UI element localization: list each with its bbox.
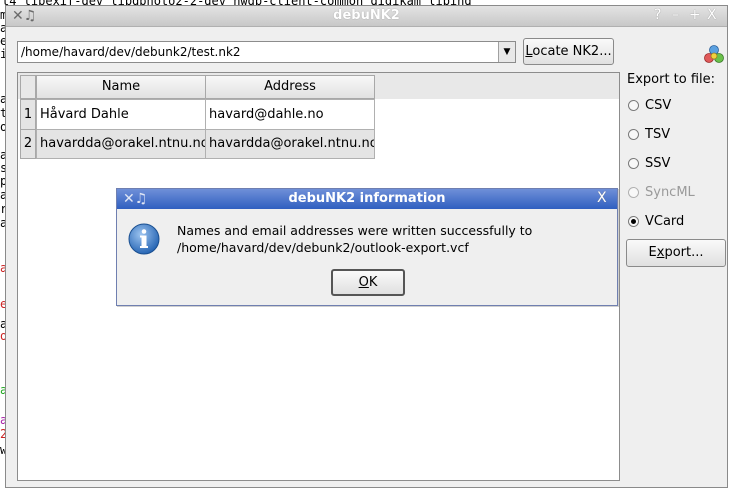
app-icon — [704, 45, 724, 63]
close-icon[interactable]: X — [707, 7, 717, 23]
titlebar[interactable]: ✕♫ debuNK2 ? – + X — [6, 6, 727, 27]
ok-button-label: K — [368, 275, 378, 290]
radio-syncml-label: SyncML — [645, 185, 695, 200]
ok-button-mnemonic: O — [358, 275, 369, 290]
dropdown-arrow-icon[interactable]: ▼ — [498, 42, 515, 62]
export-button[interactable]: Export... — [626, 239, 726, 267]
radio-ssv-indicator[interactable] — [628, 158, 639, 169]
radio-vcard-label: VCard — [645, 214, 685, 229]
table-cell-name[interactable]: havardda@orakel.ntnu.no — [36, 129, 206, 159]
information-dialog: ✕♫ debuNK2 information X Names and email… — [116, 188, 618, 306]
table-cell-address[interactable]: havardda@orakel.ntnu.no — [205, 129, 375, 159]
file-path-value: /home/havard/dev/debunk2/test.nk2 — [21, 45, 241, 59]
radio-syncml-indicator — [628, 187, 639, 198]
row-header-1[interactable]: 1 — [20, 99, 36, 130]
radio-ssv-label: SSV — [645, 156, 671, 171]
window-title: debuNK2 — [333, 8, 400, 23]
export-to-file-label: Export to file: — [627, 72, 716, 87]
table-cell-address[interactable]: havard@dahle.no — [205, 99, 375, 130]
dialog-message-line1: Names and email addresses were written s… — [177, 223, 533, 238]
dialog-close-icon[interactable]: X — [597, 190, 607, 206]
help-icon[interactable]: ? — [654, 7, 661, 23]
info-icon — [128, 223, 160, 255]
row-header-2[interactable]: 2 — [20, 129, 36, 159]
locate-button-label: ocate NK2... — [532, 44, 612, 59]
radio-vcard-indicator[interactable] — [628, 216, 639, 227]
column-header-address[interactable]: Address — [205, 75, 375, 99]
locate-nk2-button[interactable]: Locate NK2... — [523, 38, 614, 65]
radio-csv-indicator[interactable] — [628, 100, 639, 111]
minimize-icon[interactable]: – — [672, 7, 679, 23]
column-header-name[interactable]: Name — [36, 75, 206, 99]
pin-icon[interactable]: + — [689, 7, 701, 23]
ok-button[interactable]: OK — [331, 269, 405, 296]
radio-csv-label: CSV — [645, 98, 672, 113]
table-cell-name[interactable]: Håvard Dahle — [36, 99, 206, 130]
export-button-first: E — [648, 245, 657, 260]
radio-tsv-indicator[interactable] — [628, 129, 639, 140]
dialog-title: debuNK2 information — [288, 191, 446, 206]
dialog-titlebar[interactable]: ✕♫ debuNK2 information X — [117, 189, 617, 209]
export-button-label: port... — [664, 245, 704, 260]
file-path-combo[interactable]: /home/havard/dev/debunk2/test.nk2 ▼ — [17, 41, 516, 63]
dialog-message-line2: /home/havard/dev/debunk2/outlook-export.… — [177, 240, 469, 255]
radio-tsv-label: TSV — [645, 127, 671, 142]
table-corner — [20, 75, 36, 99]
